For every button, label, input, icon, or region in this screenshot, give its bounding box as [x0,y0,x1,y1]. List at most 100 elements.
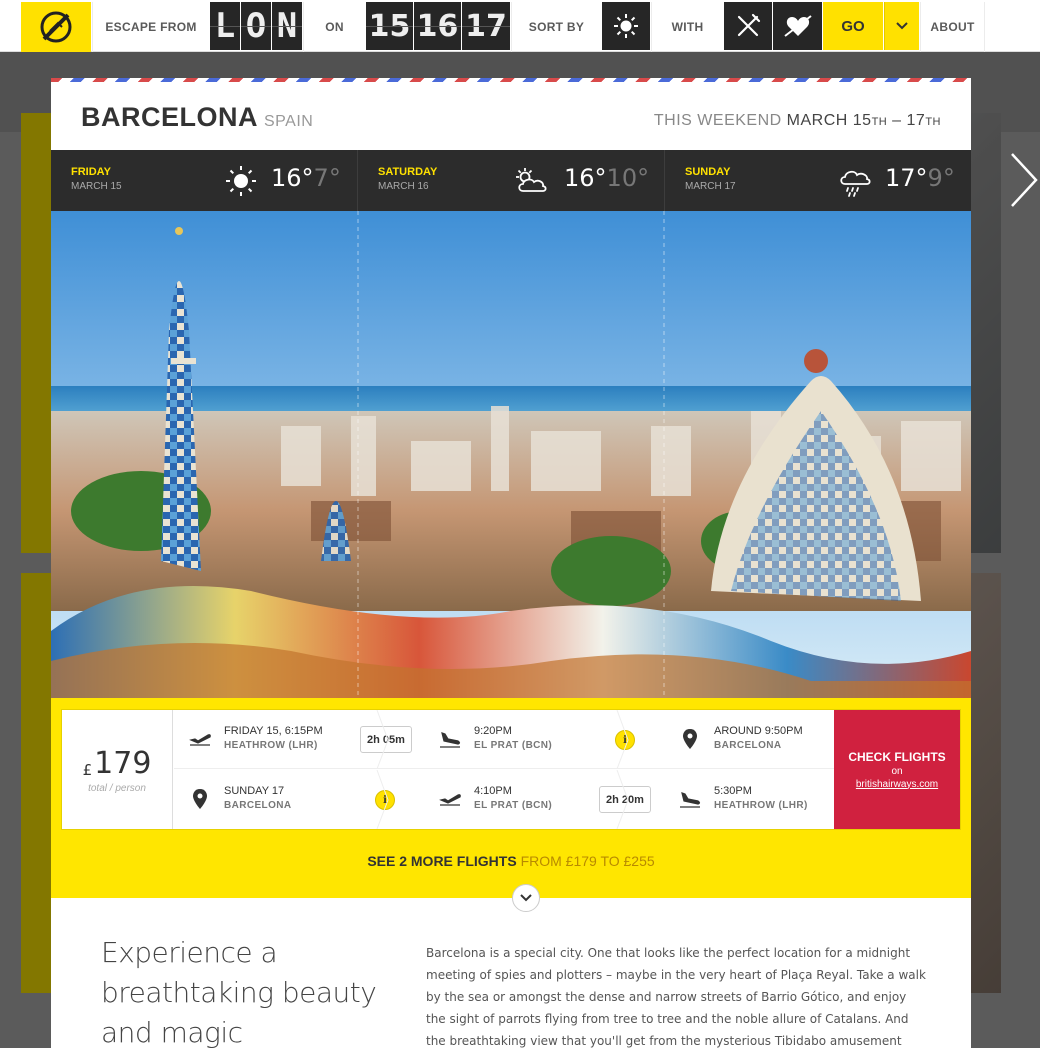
airline-link[interactable]: britishairways.com [856,779,938,790]
sort-by-label: SORT BY [511,2,601,52]
return-departure: 4:10PM EL PRAT (BCN) [424,770,604,829]
country-name: SPAIN [264,113,314,130]
return-depart-time: SUNDAY 17 [224,785,285,797]
price-box: £179 total / person [62,710,173,829]
return-arrive-place: HEATHROW (LHR) [714,800,808,811]
weather-day-saturday: SATURDAY MARCH 16 16°10° [358,150,665,211]
outbound-flight-row: FRIDAY 15, 6:15PM HEATHROW (LHR) 2h 05m … [174,710,836,769]
weather-day-name: FRIDAY [71,166,111,178]
flight-details: £179 total / person FRIDAY 15, 6:15PM HE… [61,709,961,830]
location-pin-icon [683,729,697,749]
weather-high: 17° [885,164,928,192]
outbound-departure: FRIDAY 15, 6:15PM HEATHROW (LHR) [174,710,384,769]
plane-landing-icon [440,732,461,748]
outbound-depart-place: HEATHROW (LHR) [224,740,318,751]
weather-temps: 16°7° [271,164,341,192]
outbound-arrival: 9:20PM EL PRAT (BCN) [424,710,624,769]
origin-letter-2[interactable]: O [241,2,271,50]
weather-day-sunday: SUNDAY MARCH 17 17°9° [665,150,971,211]
outbound-dest-place: BARCELONA [714,740,782,751]
weather-day-friday: FRIDAY MARCH 15 16°7° [51,150,358,211]
destination-photo [51,211,971,698]
more-flights-count: SEE 2 MORE FLIGHTS [367,853,517,869]
weekend-prefix: THIS WEEKEND [653,112,782,129]
on-label: ON [303,2,365,52]
weather-temps: 17°9° [885,164,955,192]
weekend-end: – 17 [887,112,926,129]
destination-photo-image [51,211,971,698]
about-link[interactable]: ABOUT [920,2,985,52]
return-arrive-time: 5:30PM [714,785,752,797]
return-origin: SUNDAY 17 BARCELONA [174,770,384,829]
return-airport-place: EL PRAT (BCN) [474,800,553,811]
plane-takeoff-icon [189,734,211,746]
outbound-arrive-place: EL PRAT (BCN) [474,740,553,751]
weather-low: 10° [606,164,650,192]
escape-from-label: ESCAPE FROM [92,2,209,52]
price-amount: 179 [94,745,152,781]
check-flights-label: CHECK FLIGHTS [848,749,946,764]
date-16[interactable]: 16 [414,2,461,50]
city-name: BARCELONA [81,102,258,132]
weekend-dates: THIS WEEKEND MARCH 15TH – 17TH [654,112,941,130]
flights-panel: £179 total / person FRIDAY 15, 6:15PM HE… [51,698,971,912]
weekend-end-suffix: TH [925,116,941,128]
outbound-arrive-time: 9:20PM [474,725,512,737]
sort-weather-button[interactable] [602,2,650,50]
weather-low: 7° [313,164,341,192]
weather-high: 16° [271,164,314,192]
logo-icon [40,11,72,43]
description-body: Barcelona is a special city. One that lo… [426,946,926,1048]
price-unit: total / person [88,782,146,794]
weather-low: 9° [927,164,955,192]
return-depart-place: BARCELONA [224,800,292,811]
origin-letter-1[interactable]: L [210,2,240,50]
weekend-start-suffix: TH [871,116,888,128]
next-destination-arrow-icon[interactable] [1008,150,1040,210]
return-arrival: 5:30PM HEATHROW (LHR) [664,770,836,829]
sun-icon [226,166,256,196]
destination-title: BARCELONA SPAIN [81,102,313,133]
with-food-button[interactable] [724,2,772,50]
with-romance-button[interactable] [773,2,822,50]
more-flights-range: FROM £179 TO £255 [520,853,655,869]
origin-letter-3[interactable]: N [272,2,302,50]
segment-divider [376,770,389,829]
sun-icon [614,14,638,38]
segment-divider [376,710,389,769]
check-flights-button[interactable]: CHECK FLIGHTS on britishairways.com [834,710,960,829]
segment-divider [616,710,629,769]
return-flight-row: SUNDAY 17 BARCELONA i 4:10PM EL PRAT (BC… [174,770,836,829]
weather-day-date: MARCH 17 [685,181,736,192]
top-navigation: ESCAPE FROM L O N ON 15 16 17 SORT BY WI… [0,0,1040,52]
plane-landing-icon [680,792,701,808]
rain-cloud-icon [840,170,871,197]
weather-day-date: MARCH 16 [378,181,429,192]
go-dropdown-button[interactable] [884,2,919,50]
destination-modal: BARCELONA SPAIN THIS WEEKEND MARCH 15TH –… [51,78,971,1048]
more-flights-link[interactable]: SEE 2 MORE FLIGHTS FROM £179 TO £255 [51,853,971,869]
go-button[interactable]: GO [823,2,883,50]
weekend-start: MARCH 15 [786,112,872,129]
weather-high: 16° [564,164,607,192]
logo[interactable] [21,2,91,52]
date-15[interactable]: 15 [366,2,413,50]
expand-flights-button[interactable] [512,884,540,912]
check-flights-on: on [891,765,903,777]
return-airport-time: 4:10PM [474,785,512,797]
outbound-dest-time: AROUND 9:50PM [714,725,803,737]
plane-takeoff-icon [439,794,461,806]
weather-bar: FRIDAY MARCH 15 16°7° SATURDAY MARCH 16 [51,150,971,211]
chevron-down-icon [896,22,908,30]
weather-day-date: MARCH 15 [71,181,122,192]
modal-header: BARCELONA SPAIN THIS WEEKEND MARCH 15TH –… [51,82,971,150]
date-17[interactable]: 17 [462,2,510,50]
weather-day-name: SATURDAY [378,166,438,178]
outbound-depart-time: FRIDAY 15, 6:15PM [224,725,323,737]
outbound-destination: AROUND 9:50PM BARCELONA [664,710,836,769]
description-headline: Experience a breathtaking beauty and mag… [101,936,377,1048]
weekend-range: MARCH 15TH – 17TH [787,112,941,129]
price-currency: £ [82,760,93,779]
location-pin-icon [193,789,207,809]
weather-temps: 16°10° [564,164,649,192]
